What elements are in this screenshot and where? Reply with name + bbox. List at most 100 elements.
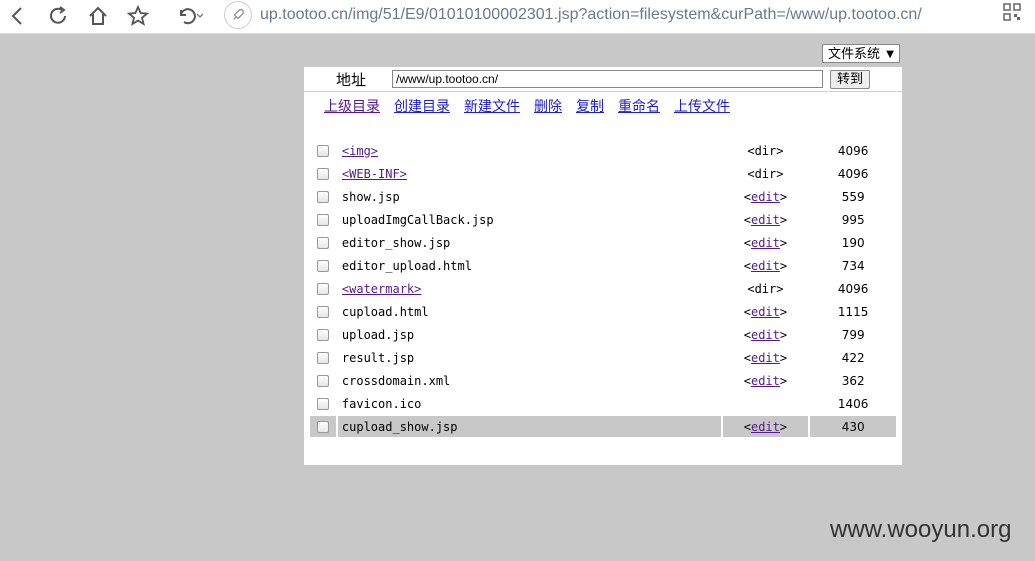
file-name: editor_show.jsp — [341, 235, 451, 250]
edit-bracket-close: > — [779, 373, 788, 388]
new-file-link[interactable]: 新建文件 — [464, 96, 520, 118]
address-row: 地址 /www/up.tootoo.cn/ 转到 — [304, 67, 902, 92]
file-size: 799 — [841, 327, 865, 342]
file-row: <img> <dir> 4096 — [310, 140, 896, 161]
edit-bracket-open: < — [743, 235, 751, 250]
edit-bracket-close: > — [779, 327, 788, 342]
file-row: <watermark> <dir> 4096 — [310, 278, 896, 299]
edit-link[interactable]: edit — [751, 259, 780, 273]
file-checkbox[interactable] — [316, 306, 329, 318]
file-row: result.jsp <edit> 422 — [310, 347, 896, 368]
upload-file-link[interactable]: 上传文件 — [674, 96, 730, 118]
file-row: <WEB-INF> <dir> 4096 — [310, 163, 896, 184]
dir-type-label: <dir> — [747, 166, 784, 181]
file-checkbox[interactable] — [316, 352, 329, 364]
edit-bracket-open: < — [743, 327, 751, 342]
file-size: 4096 — [837, 166, 869, 181]
edit-link[interactable]: edit — [751, 420, 780, 434]
edit-link[interactable]: edit — [751, 328, 780, 342]
file-checkbox[interactable] — [316, 168, 329, 180]
file-row: editor_upload.html <edit> 734 — [310, 255, 896, 276]
file-size: 1115 — [837, 304, 869, 319]
file-checkbox[interactable] — [316, 421, 329, 433]
file-size: 362 — [841, 373, 865, 388]
filesystem-select-value: 文件系统 — [828, 47, 881, 62]
qr-code-icon[interactable] — [1003, 3, 1021, 21]
file-row: upload.jsp <edit> 799 — [310, 324, 896, 345]
undo-icon[interactable] — [170, 2, 210, 30]
edit-bracket-close: > — [779, 189, 788, 204]
watermark: www.wooyun.org — [830, 516, 1012, 543]
star-icon[interactable] — [124, 2, 152, 30]
delete-link[interactable]: 删除 — [534, 96, 562, 118]
file-name: editor_upload.html — [341, 258, 472, 273]
file-row: crossdomain.xml <edit> 362 — [310, 370, 896, 391]
file-checkbox[interactable] — [316, 283, 329, 295]
file-name: crossdomain.xml — [341, 373, 451, 388]
file-checkbox[interactable] — [316, 329, 329, 341]
home-icon[interactable] — [84, 2, 112, 30]
parent-dir-link[interactable]: 上级目录 — [324, 96, 380, 118]
file-size: 1406 — [837, 396, 869, 411]
browser-toolbar: up.tootoo.cn/img/51/E9/01010100002301.js… — [0, 0, 1035, 34]
copy-link[interactable]: 复制 — [576, 96, 604, 118]
file-name: upload.jsp — [341, 327, 415, 342]
back-icon[interactable] — [4, 2, 32, 30]
edit-bracket-close: > — [779, 304, 788, 319]
edit-link[interactable]: edit — [751, 374, 780, 388]
edit-link[interactable]: edit — [751, 351, 780, 365]
create-dir-link[interactable]: 创建目录 — [394, 96, 450, 118]
file-name: uploadImgCallBack.jsp — [341, 212, 494, 227]
file-manager-panel: 地址 /www/up.tootoo.cn/ 转到 上级目录 创建目录 新建文件 … — [304, 67, 902, 465]
edit-bracket-close: > — [779, 350, 788, 365]
edit-bracket-open: < — [743, 258, 751, 273]
file-size: 4096 — [837, 281, 869, 296]
file-row: cupload.html <edit> 1115 — [310, 301, 896, 322]
directory-link[interactable]: <WEB-INF> — [342, 167, 407, 181]
file-row: cupload_show.jsp <edit> 430 — [310, 416, 896, 437]
file-checkbox[interactable] — [316, 398, 329, 410]
file-size: 190 — [841, 235, 865, 250]
filesystem-select[interactable]: 文件系统 ▼ — [822, 44, 900, 63]
edit-link[interactable]: edit — [751, 305, 780, 319]
edit-link[interactable]: edit — [751, 190, 780, 204]
edit-bracket-open: < — [743, 212, 751, 227]
edit-bracket-close: > — [779, 235, 788, 250]
file-size: 4096 — [837, 143, 869, 158]
file-size: 422 — [841, 350, 865, 365]
file-name: cupload.html — [341, 304, 429, 319]
reload-icon[interactable] — [44, 2, 72, 30]
address-bar[interactable]: up.tootoo.cn/img/51/E9/01010100002301.js… — [224, 1, 1004, 29]
directory-link[interactable]: <watermark> — [342, 282, 421, 296]
file-table: <img> <dir> 4096 <WEB-INF> <dir> 4096 show.jsp… — [308, 138, 898, 439]
go-button[interactable]: 转到 — [830, 70, 870, 89]
file-checkbox[interactable] — [316, 191, 329, 203]
edit-link[interactable]: edit — [751, 236, 780, 250]
edit-bracket-open: < — [743, 419, 751, 434]
file-checkbox[interactable] — [316, 375, 329, 387]
file-row: editor_show.jsp <edit> 190 — [310, 232, 896, 253]
file-row: favicon.ico 1406 — [310, 393, 896, 414]
file-checkbox[interactable] — [316, 145, 329, 157]
file-checkbox[interactable] — [316, 214, 329, 226]
path-input[interactable]: /www/up.tootoo.cn/ — [392, 70, 823, 88]
file-checkbox[interactable] — [316, 237, 329, 249]
edit-link[interactable]: edit — [751, 213, 780, 227]
rename-link[interactable]: 重命名 — [618, 96, 660, 118]
directory-link[interactable]: <img> — [342, 144, 378, 158]
dir-type-label: <dir> — [747, 281, 784, 296]
dir-type-label: <dir> — [747, 143, 784, 158]
file-checkbox[interactable] — [316, 260, 329, 272]
file-name: show.jsp — [341, 189, 400, 204]
file-row: uploadImgCallBack.jsp <edit> 995 — [310, 209, 896, 230]
url-text: up.tootoo.cn/img/51/E9/01010100002301.js… — [260, 6, 922, 23]
file-size: 430 — [810, 416, 896, 437]
file-name: result.jsp — [341, 350, 415, 365]
file-row: show.jsp <edit> 559 — [310, 186, 896, 207]
file-name: favicon.ico — [341, 396, 422, 411]
edit-bracket-close: > — [779, 258, 788, 273]
edit-bracket-open: < — [743, 350, 751, 365]
file-name: cupload_show.jsp — [341, 419, 458, 434]
address-label: 地址 — [336, 71, 367, 89]
action-links: 上级目录 创建目录 新建文件 删除 复制 重命名 上传文件 — [324, 96, 744, 118]
